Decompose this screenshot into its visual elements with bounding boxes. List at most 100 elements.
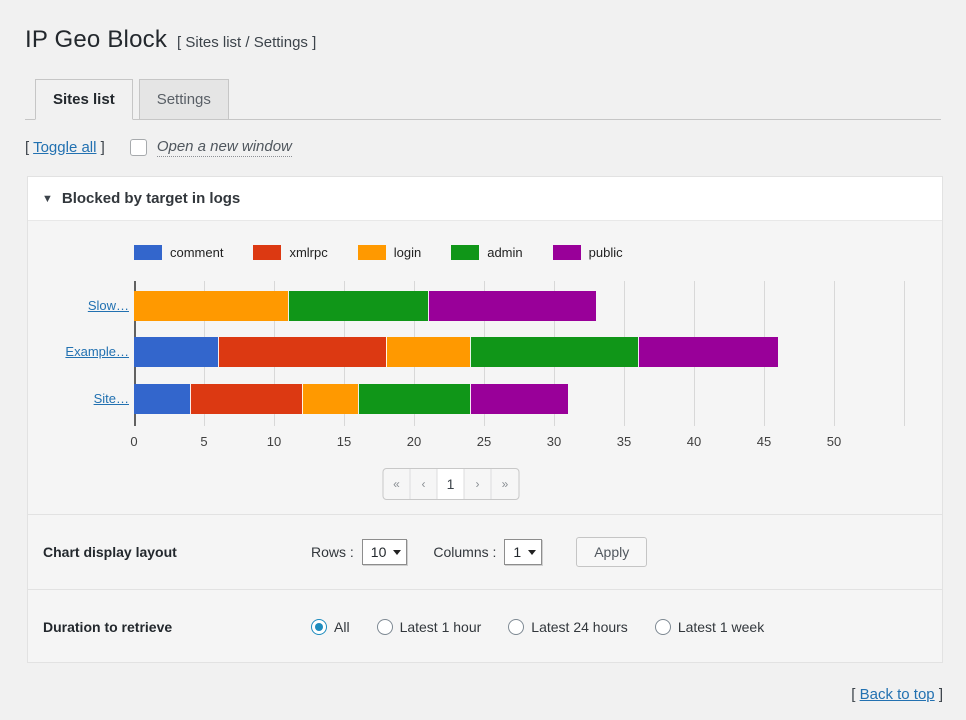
legend-swatch-icon (134, 245, 162, 260)
bar-segment-admin[interactable] (358, 384, 470, 414)
chart-bar-row (134, 384, 568, 414)
tab-settings[interactable]: Settings (139, 79, 229, 120)
bar-segment-public[interactable] (428, 291, 596, 321)
x-tick-label: 35 (604, 434, 644, 449)
panel-body: comment xmlrpc login admin public 0510152025… (28, 221, 942, 663)
duration-option-latest-1-hour[interactable]: Latest 1 hour (377, 619, 482, 635)
bar-segment-public[interactable] (638, 337, 778, 367)
chart-layout-label: Chart display layout (43, 544, 311, 560)
blocked-panel: ▼ Blocked by target in logs comment xmlrp… (27, 176, 943, 663)
back-to-top-link[interactable]: Back to top (860, 686, 935, 703)
x-tick-label: 30 (534, 434, 574, 449)
radio-icon[interactable] (377, 619, 393, 635)
radio-label: Latest 24 hours (531, 619, 628, 635)
chart-bar-row (134, 337, 778, 367)
rows-label: Rows : (311, 544, 354, 560)
bar-segment-admin[interactable] (470, 337, 638, 367)
x-tick-label: 25 (464, 434, 504, 449)
radio-label: Latest 1 week (678, 619, 764, 635)
gridline (904, 281, 905, 426)
category-label: Slow… (28, 298, 129, 313)
page-header: IP Geo Block [ Sites list / Settings ] (25, 26, 316, 54)
apply-button[interactable]: Apply (576, 537, 647, 567)
tab-sites-list[interactable]: Sites list (35, 79, 133, 120)
pagination-current-page[interactable]: 1 (438, 469, 465, 499)
legend-label: xmlrpc (289, 245, 327, 260)
bar-segment-login[interactable] (386, 337, 470, 367)
legend-item-comment: comment (134, 245, 223, 260)
x-tick-label: 5 (184, 434, 224, 449)
toggle-all: [ Toggle all ] (25, 139, 105, 156)
pagination-arrow-button[interactable]: › (465, 469, 492, 499)
legend-label: comment (170, 245, 223, 260)
x-tick-label: 50 (814, 434, 854, 449)
bar-segment-login[interactable] (134, 291, 288, 321)
page-title-suffix: [ Sites list / Settings ] (177, 34, 316, 51)
bar-segment-admin[interactable] (288, 291, 428, 321)
category-label: Example… (28, 344, 129, 359)
pagination-arrow-button[interactable]: « (384, 469, 411, 499)
x-tick-label: 20 (394, 434, 434, 449)
bar-segment-public[interactable] (470, 384, 568, 414)
page-title: IP Geo Block (25, 26, 167, 54)
duration-option-latest-24-hours[interactable]: Latest 24 hours (508, 619, 628, 635)
radio-icon[interactable] (311, 619, 327, 635)
rows-select[interactable]: 10 (362, 539, 408, 565)
chevron-down-icon (393, 550, 401, 555)
duration-option-all[interactable]: All (311, 619, 350, 635)
site-link[interactable]: Example… (65, 344, 129, 359)
radio-label: Latest 1 hour (400, 619, 482, 635)
chart-plot: 05101520253035404550 (134, 281, 932, 426)
radio-label: All (334, 619, 350, 635)
site-link[interactable]: Site… (94, 391, 129, 406)
site-link[interactable]: Slow… (88, 298, 129, 313)
open-new-window-label[interactable]: Open a new window (157, 138, 292, 157)
bar-segment-login[interactable] (302, 384, 358, 414)
chevron-down-icon (528, 550, 536, 555)
legend-label: public (589, 245, 623, 260)
columns-label: Columns : (433, 544, 496, 560)
duration-row: Duration to retrieve All Latest 1 hour Lat… (28, 589, 942, 664)
bracket-close: ] (935, 686, 943, 703)
radio-icon[interactable] (508, 619, 524, 635)
pagination-arrow-button[interactable]: ‹ (411, 469, 438, 499)
chart-bar-row (134, 291, 596, 321)
bracket-open: [ (25, 139, 33, 156)
bar-segment-comment[interactable] (134, 384, 190, 414)
legend-item-xmlrpc: xmlrpc (253, 245, 327, 260)
legend-swatch-icon (451, 245, 479, 260)
bar-segment-comment[interactable] (134, 337, 218, 367)
legend-swatch-icon (553, 245, 581, 260)
triangle-down-icon: ▼ (42, 193, 53, 205)
pagination: «‹1›» (383, 468, 520, 500)
x-tick-label: 10 (254, 434, 294, 449)
chart-legend: comment xmlrpc login admin public (134, 245, 623, 260)
duration-option-latest-1-week[interactable]: Latest 1 week (655, 619, 764, 635)
tab-bar: Sites listSettings (25, 77, 941, 120)
gridline (834, 281, 835, 426)
back-to-top: [ Back to top ] (851, 686, 943, 703)
x-tick-label: 15 (324, 434, 364, 449)
legend-item-login: login (358, 245, 421, 260)
radio-icon[interactable] (655, 619, 671, 635)
columns-select-value: 1 (513, 544, 521, 560)
pagination-arrow-button[interactable]: » (492, 469, 519, 499)
toolbar: [ Toggle all ] Open a new window (25, 138, 292, 157)
bracket-close: ] (96, 139, 104, 156)
bar-segment-xmlrpc[interactable] (218, 337, 386, 367)
legend-label: login (394, 245, 421, 260)
columns-select[interactable]: 1 (504, 539, 542, 565)
x-tick-label: 45 (744, 434, 784, 449)
legend-swatch-icon (358, 245, 386, 260)
duration-options: All Latest 1 hour Latest 24 hours Latest 1 … (311, 619, 764, 635)
open-new-window-checkbox[interactable] (130, 139, 147, 156)
category-label: Site… (28, 391, 129, 406)
chart-layout-row: Chart display layout Rows : 10 Columns :… (28, 514, 942, 589)
legend-item-admin: admin (451, 245, 522, 260)
panel-header[interactable]: ▼ Blocked by target in logs (28, 177, 942, 221)
toggle-all-link[interactable]: Toggle all (33, 139, 96, 156)
legend-swatch-icon (253, 245, 281, 260)
duration-label: Duration to retrieve (43, 619, 311, 635)
chart-section: comment xmlrpc login admin public 0510152025… (28, 221, 942, 514)
bar-segment-xmlrpc[interactable] (190, 384, 302, 414)
